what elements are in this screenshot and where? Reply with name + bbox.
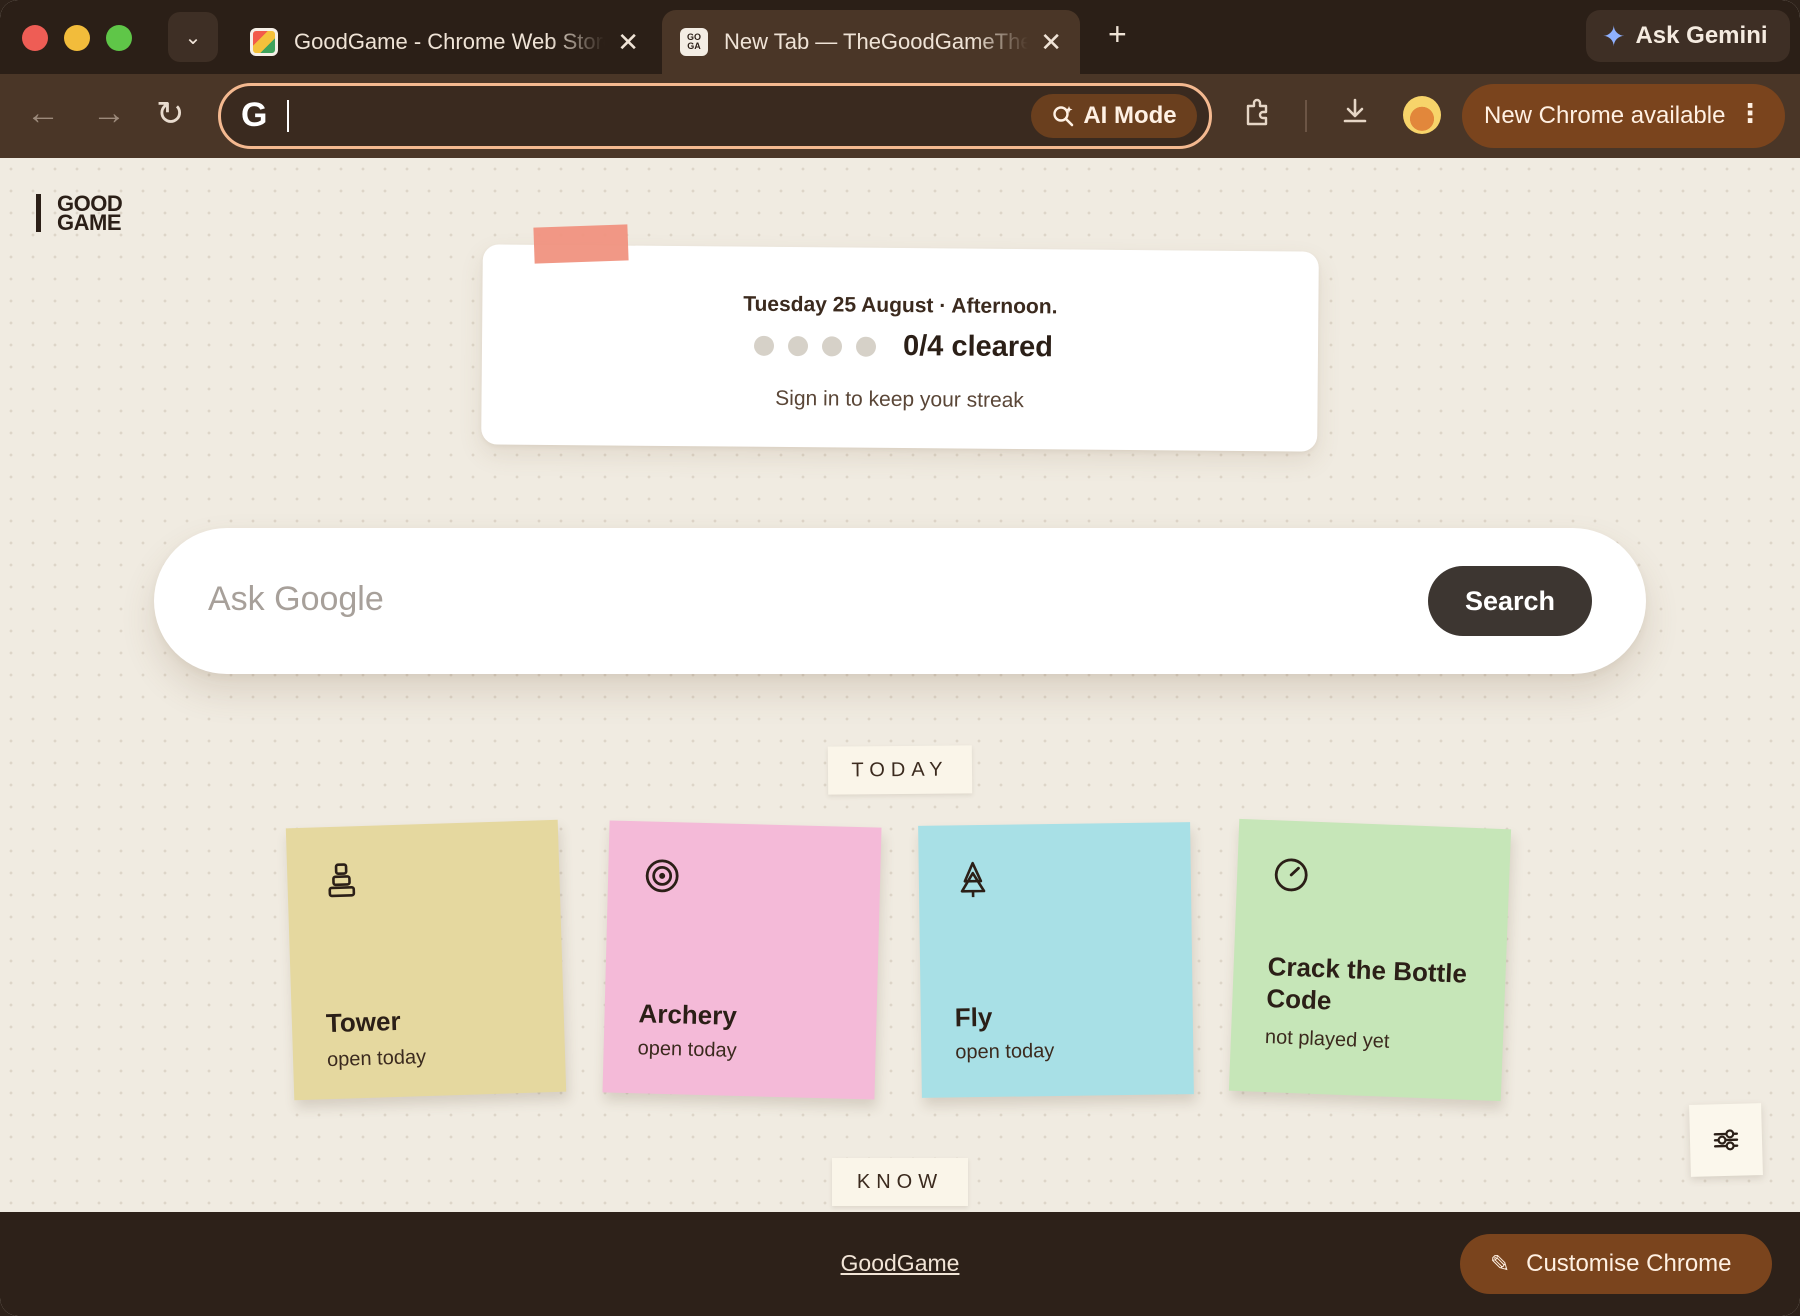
ask-gemini-button[interactable]: ✦ Ask Gemini: [1586, 10, 1790, 62]
google-search-box[interactable]: Ask Google Search: [154, 528, 1646, 674]
close-icon[interactable]: ✕: [617, 27, 639, 58]
tab-chrome-web-store[interactable]: GoodGame - Chrome Web Store ✕: [232, 10, 657, 74]
ai-mode-button[interactable]: AI Mode: [1031, 94, 1197, 138]
game-card-tower[interactable]: Tower open today: [285, 819, 567, 1101]
tree-icon: [960, 861, 986, 898]
goodgame-favicon: GO GA: [680, 28, 708, 56]
game-status: open today: [955, 1040, 1055, 1064]
page-settings-button[interactable]: [1689, 1103, 1763, 1177]
game-name: Archery: [638, 998, 738, 1031]
page-footer: GoodGame ✎ Customise Chrome: [0, 1212, 1800, 1316]
progress-dot: [855, 336, 877, 357]
date-heading: Tuesday 25 August · Afternoon.: [743, 292, 1058, 319]
tab-strip: ⌄ GoodGame - Chrome Web Store ✕ GO GA New…: [0, 0, 1800, 74]
progress-row: 0/4 cleared: [482, 326, 1318, 366]
back-arrow-icon[interactable]: ←: [26, 94, 60, 133]
progress-dot: [787, 335, 809, 356]
logo-line-2: GAME: [57, 210, 122, 235]
streak-card: Tuesday 25 August · Afternoon. 0/4 clear…: [481, 244, 1319, 452]
search-button[interactable]: Search: [1428, 566, 1592, 636]
ai-mode-label: AI Mode: [1083, 102, 1177, 129]
cleared-count: 0/4 cleared: [902, 330, 1054, 364]
tower-icon: [328, 863, 356, 898]
pencil-icon: ✎: [1490, 1250, 1511, 1278]
profile-avatar[interactable]: [1403, 96, 1441, 134]
game-card-archery[interactable]: Archery open today: [602, 820, 882, 1100]
toolbar-divider: [1305, 100, 1307, 132]
search-input[interactable]: Ask Google: [208, 580, 384, 619]
progress-dot: [821, 335, 843, 356]
extensions-icon[interactable]: [1242, 96, 1274, 136]
ask-gemini-label: Ask Gemini: [1635, 22, 1768, 49]
game-status: open today: [637, 1037, 737, 1062]
section-label-know: KNOW: [832, 1158, 968, 1206]
new-chrome-available-button[interactable]: New Chrome available ⋮: [1462, 84, 1785, 148]
toolbar: ← → ↻ G AI Mode New Chrome available ⋮: [0, 74, 1800, 158]
reload-icon[interactable]: ↻: [156, 94, 185, 134]
tab-search-button[interactable]: ⌄: [168, 12, 218, 62]
maximize-window-button[interactable]: [106, 25, 132, 51]
goodgame-logo[interactable]: GOOD GAME: [36, 193, 123, 235]
customise-chrome-button[interactable]: ✎ Customise Chrome: [1460, 1234, 1772, 1294]
game-status: open today: [326, 1046, 427, 1072]
target-icon: [645, 859, 679, 893]
close-icon[interactable]: ✕: [1040, 27, 1062, 58]
download-icon[interactable]: [1340, 96, 1370, 134]
customise-chrome-label: Customise Chrome: [1526, 1250, 1732, 1277]
chrome-web-store-icon: [250, 28, 278, 56]
chevron-down-icon: ⌄: [184, 26, 202, 49]
tab-new-tab[interactable]: GOGA New Tab — TheGoodGameTheory ✕: [662, 10, 1080, 74]
new-tab-button[interactable]: +: [1108, 16, 1127, 53]
tape-decoration: [533, 224, 629, 264]
sliders-icon: [1713, 1129, 1739, 1151]
gauge-icon: [1274, 858, 1308, 892]
text-caret: [287, 100, 289, 132]
minimize-window-button[interactable]: [64, 25, 90, 51]
game-name: Tower: [325, 1005, 402, 1039]
address-bar[interactable]: G AI Mode: [218, 83, 1212, 149]
game-status: not played yet: [1264, 1026, 1390, 1053]
favicon-text-2: GA: [687, 41, 701, 51]
sign-in-prompt[interactable]: Sign in to keep your streak: [481, 384, 1317, 415]
tab-title: New Tab — TheGoodGameTheory: [724, 29, 1029, 54]
forward-arrow-icon[interactable]: →: [92, 94, 126, 133]
update-label: New Chrome available: [1484, 102, 1726, 129]
close-window-button[interactable]: [22, 25, 48, 51]
game-card-fly[interactable]: Fly open today: [918, 822, 1194, 1098]
game-card-crack-the-bottle-code[interactable]: Crack the Bottle Code not played yet: [1228, 818, 1512, 1102]
ai-search-icon: [1053, 106, 1074, 127]
progress-dot: [753, 335, 775, 356]
new-tab-page: GOOD GAME Tuesday 25 August · Afternoon.…: [0, 158, 1800, 1212]
google-g-icon: G: [241, 96, 268, 134]
game-name: Fly: [954, 1001, 993, 1033]
section-label-today: TODAY: [827, 745, 973, 795]
gemini-spark-icon: ✦: [1602, 20, 1626, 52]
game-name: Crack the Bottle Code: [1265, 951, 1468, 1016]
more-menu-icon[interactable]: ⋮: [1737, 98, 1763, 129]
browser-window: ⌄ GoodGame - Chrome Web Store ✕ GO GA New…: [0, 0, 1800, 1316]
tab-title: GoodGame - Chrome Web Store: [294, 29, 606, 54]
